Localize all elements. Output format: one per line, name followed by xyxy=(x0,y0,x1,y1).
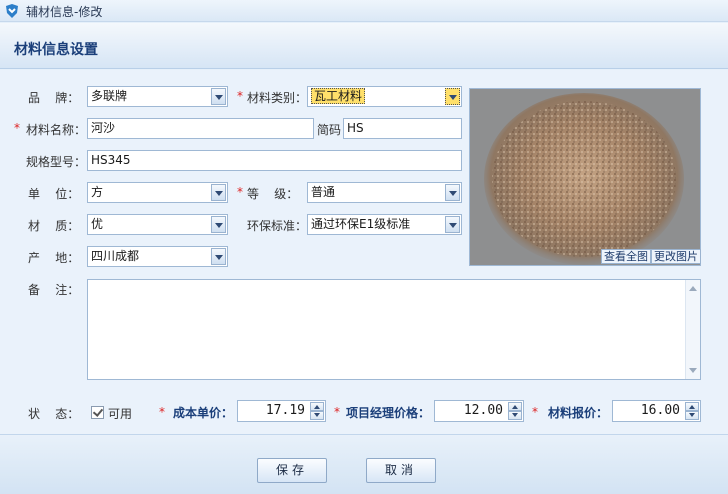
brand-select[interactable]: 多联牌 xyxy=(87,86,228,107)
quality-label: 材 质： xyxy=(28,219,80,233)
origin-select[interactable]: 四川成都 xyxy=(87,246,228,267)
category-label: 材料类别： xyxy=(247,91,308,105)
sand-image xyxy=(470,89,700,265)
grade-select[interactable]: 普通 xyxy=(307,182,462,203)
status-label: 状 态： xyxy=(28,407,80,421)
name-value: 河沙 xyxy=(91,121,116,135)
remark-label: 备 注： xyxy=(28,283,80,297)
eco-label: 环保标准： xyxy=(247,219,308,233)
category-value: 瓦工材料 xyxy=(311,88,366,104)
quality-select[interactable]: 优 xyxy=(87,214,228,235)
quote-price-value: 16.00 xyxy=(640,403,680,418)
chevron-down-icon[interactable] xyxy=(445,88,460,105)
pm-price-label: 项目经理价格： xyxy=(346,406,431,420)
spec-input[interactable]: HS345 xyxy=(87,150,462,171)
category-select[interactable]: 瓦工材料 xyxy=(307,86,462,107)
eco-select[interactable]: 通过环保E1级标准 xyxy=(307,214,462,235)
window-titlebar: 辅材信息-修改 xyxy=(0,0,728,22)
required-mark: * xyxy=(159,405,165,419)
pm-price-value: 12.00 xyxy=(463,403,503,418)
pm-price-input[interactable]: 12.00 xyxy=(434,400,524,422)
change-image-button[interactable]: 更改图片 xyxy=(651,249,701,264)
quote-price-input[interactable]: 16.00 xyxy=(612,400,701,422)
scroll-down-icon[interactable] xyxy=(689,368,697,373)
eco-value: 通过环保E1级标准 xyxy=(311,217,411,231)
grade-label: 等 级： xyxy=(247,187,299,201)
spin-up-icon[interactable] xyxy=(685,402,699,411)
spin-up-icon[interactable] xyxy=(508,402,522,411)
app-shield-icon xyxy=(6,4,18,18)
chevron-down-icon[interactable] xyxy=(211,184,226,201)
required-mark: * xyxy=(237,185,243,199)
spin-down-icon[interactable] xyxy=(508,411,522,420)
status-enabled-checkbox[interactable] xyxy=(91,406,104,419)
required-mark: * xyxy=(334,405,340,419)
chevron-down-icon[interactable] xyxy=(211,248,226,265)
spin-down-icon[interactable] xyxy=(310,411,324,420)
remark-scrollbar[interactable] xyxy=(685,280,700,379)
save-button[interactable]: 保存 xyxy=(257,458,327,483)
quality-value: 优 xyxy=(91,217,104,231)
spin-down-icon[interactable] xyxy=(685,411,699,420)
window-title: 辅材信息-修改 xyxy=(26,5,103,19)
code-value: HS xyxy=(347,121,364,135)
cost-price-label: 成本单价： xyxy=(173,406,234,420)
cost-price-input[interactable]: 17.19 xyxy=(237,400,326,422)
chevron-down-icon[interactable] xyxy=(211,88,226,105)
spec-label: 规格型号： xyxy=(26,155,87,169)
dialog-footer xyxy=(0,434,728,494)
code-label: 简码 xyxy=(317,123,342,137)
scroll-up-icon[interactable] xyxy=(689,286,697,291)
brand-label: 品 牌： xyxy=(28,91,80,105)
unit-select[interactable]: 方 xyxy=(87,182,228,203)
status-checkbox-label: 可用 xyxy=(108,407,133,421)
origin-value: 四川成都 xyxy=(91,249,140,263)
view-full-image-button[interactable]: 查看全图 xyxy=(601,249,651,264)
origin-label: 产 地： xyxy=(28,251,80,265)
material-photo xyxy=(469,88,701,266)
name-input[interactable]: 河沙 xyxy=(87,118,314,139)
remark-textarea[interactable] xyxy=(87,279,701,380)
chevron-down-icon[interactable] xyxy=(445,184,460,201)
spec-value: HS345 xyxy=(91,153,131,167)
unit-value: 方 xyxy=(91,185,104,199)
required-mark: * xyxy=(532,405,538,419)
unit-label: 单 位： xyxy=(28,187,80,201)
spin-up-icon[interactable] xyxy=(310,402,324,411)
brand-value: 多联牌 xyxy=(91,89,128,103)
chevron-down-icon[interactable] xyxy=(211,216,226,233)
quote-price-label: 材料报价： xyxy=(548,406,609,420)
grade-value: 普通 xyxy=(311,185,336,199)
required-mark: * xyxy=(237,89,243,103)
chevron-down-icon[interactable] xyxy=(445,216,460,233)
required-mark: * xyxy=(14,121,20,135)
cancel-button[interactable]: 取消 xyxy=(366,458,436,483)
cost-price-value: 17.19 xyxy=(265,403,305,418)
section-header: 材料信息设置 xyxy=(0,23,728,69)
code-input[interactable]: HS xyxy=(343,118,462,139)
page-title: 材料信息设置 xyxy=(14,42,98,58)
name-label: 材料名称： xyxy=(26,123,87,137)
